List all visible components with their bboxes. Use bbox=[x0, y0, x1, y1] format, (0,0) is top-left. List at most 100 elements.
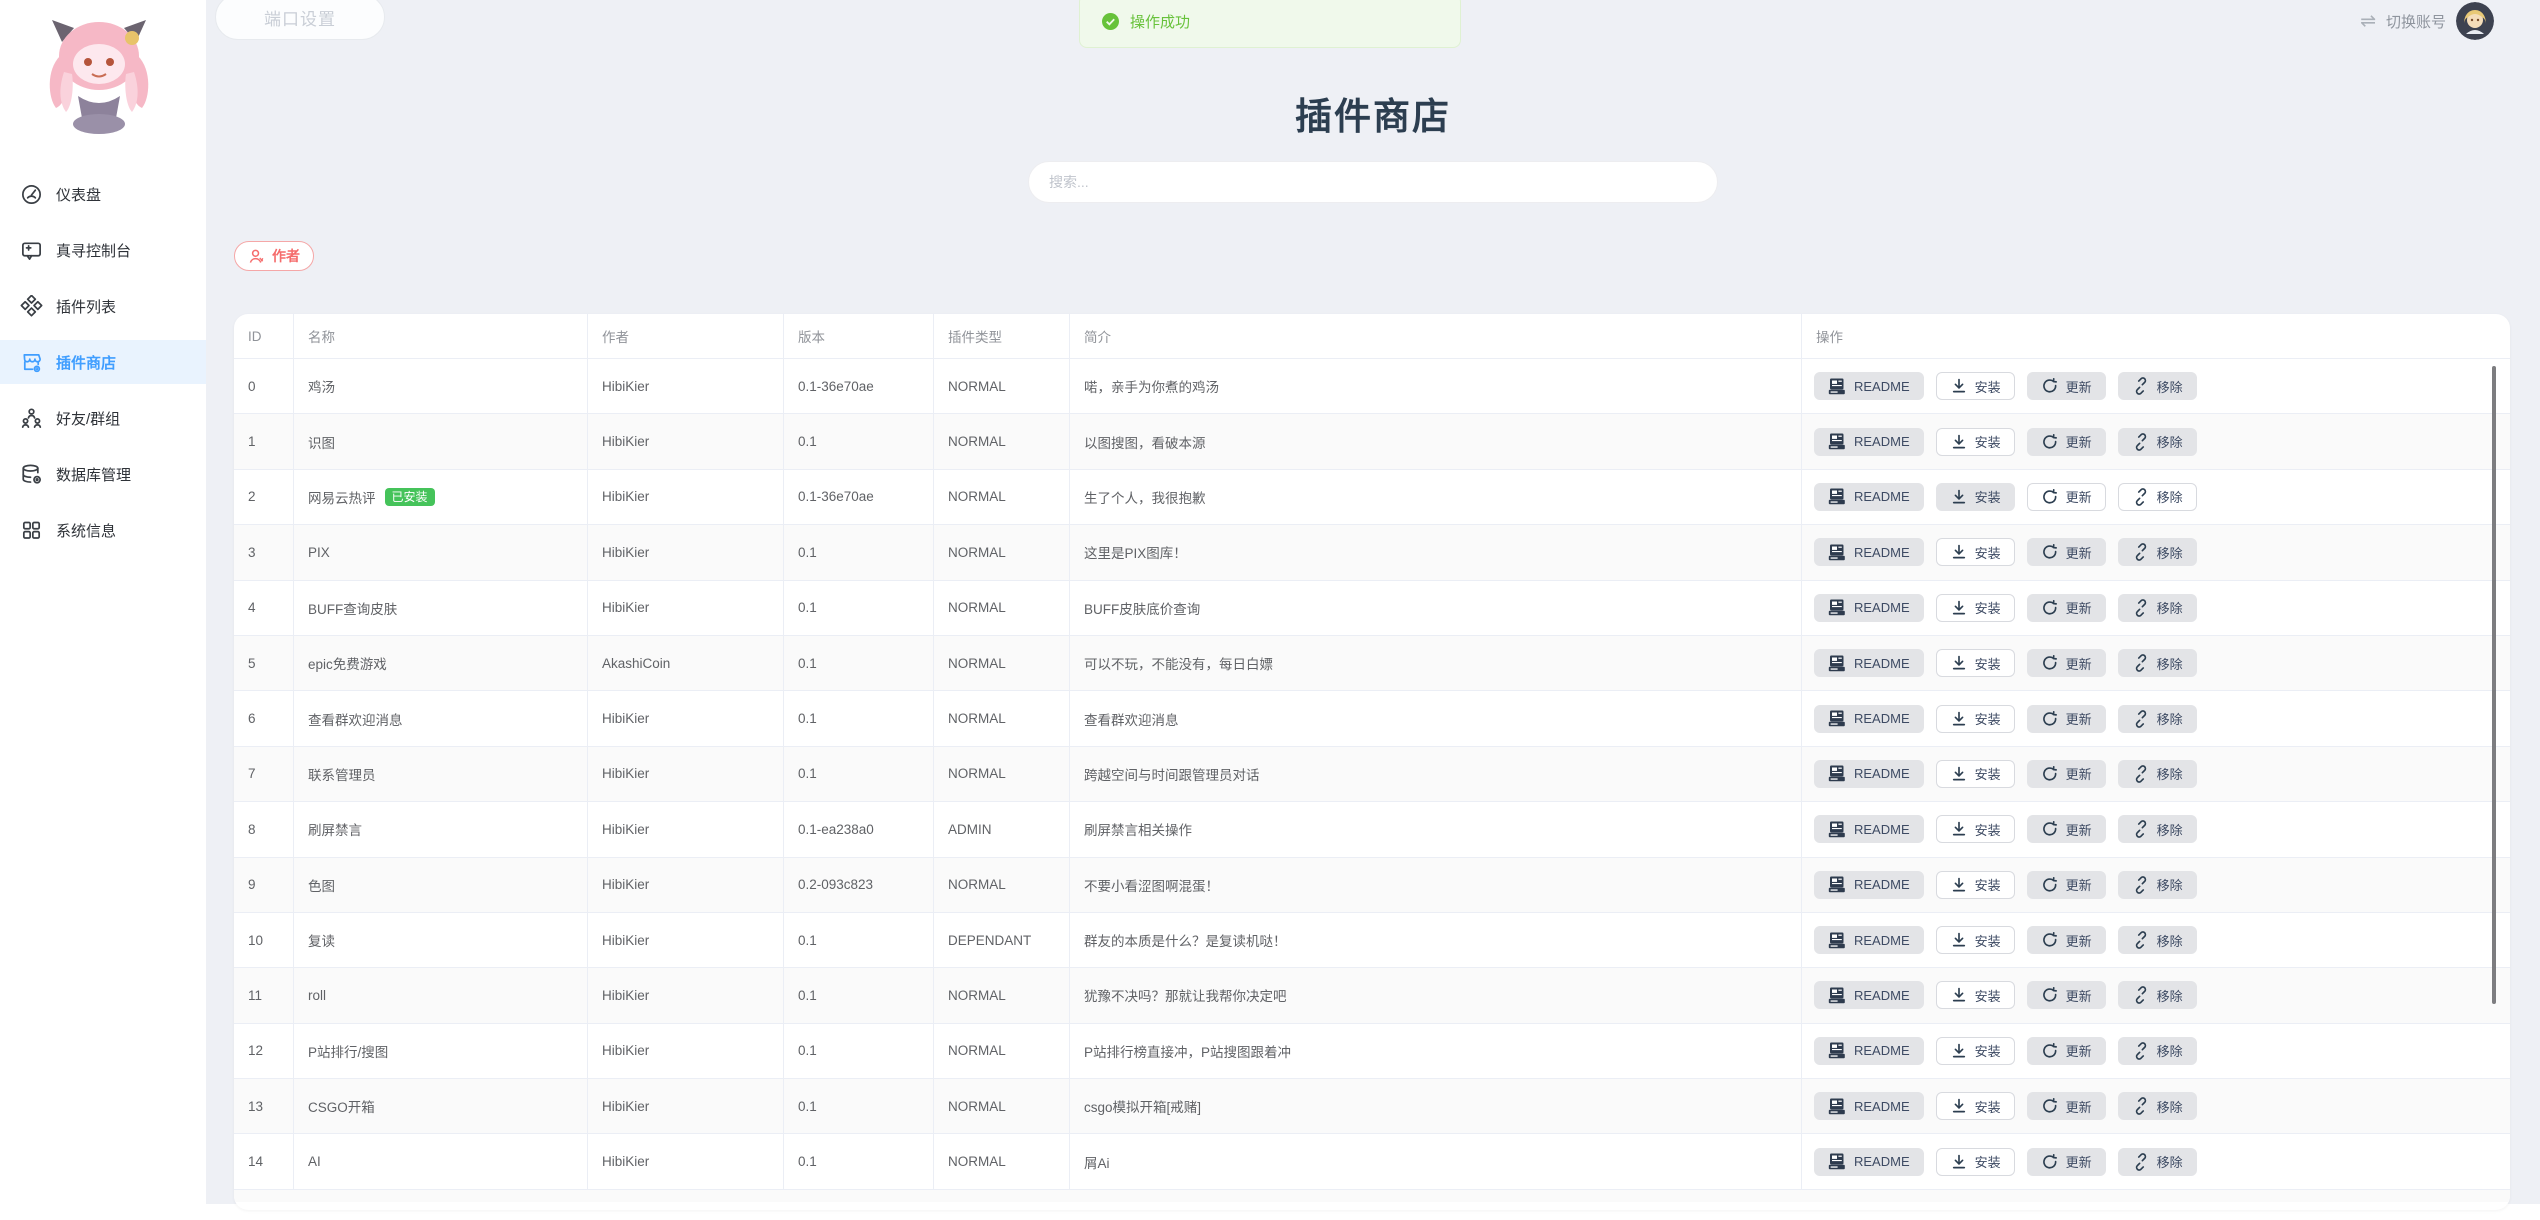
remove-button[interactable]: 移除 bbox=[2118, 594, 2197, 622]
sidebar-item-0[interactable]: 仪表盘 bbox=[0, 172, 206, 216]
sidebar-item-label: 插件商店 bbox=[56, 352, 116, 373]
remove-button[interactable]: 移除 bbox=[2118, 871, 2197, 899]
update-button[interactable]: 更新 bbox=[2027, 538, 2106, 566]
cell-actions: README 安装更新移除 bbox=[1802, 1079, 2510, 1133]
cell-id: 11 bbox=[234, 968, 294, 1022]
update-button[interactable]: 更新 bbox=[2027, 871, 2106, 899]
install-button[interactable]: 安装 bbox=[1936, 981, 2015, 1009]
update-button[interactable]: 更新 bbox=[2027, 649, 2106, 677]
install-button[interactable]: 安装 bbox=[1936, 538, 2015, 566]
table-row: 6查看群欢迎消息HibiKier0.1NORMAL查看群欢迎消息README安装… bbox=[234, 691, 2510, 746]
install-button[interactable]: 安装 bbox=[1936, 815, 2015, 843]
switch-account[interactable]: ⇌ 切换账号 bbox=[2360, 2, 2494, 40]
remove-button[interactable]: 移除 bbox=[2118, 705, 2197, 733]
cell-version: 0.1 bbox=[784, 581, 934, 635]
remove-button[interactable]: 移除 bbox=[2118, 538, 2197, 566]
readme-icon bbox=[1828, 765, 1847, 782]
table-scrollbar-thumb[interactable] bbox=[2492, 366, 2496, 1004]
cell-name: 复读 bbox=[294, 913, 588, 967]
refresh-icon bbox=[2041, 433, 2059, 451]
cell-desc: 刷屏禁言相关操作 bbox=[1070, 802, 1802, 856]
update-button[interactable]: 更新 bbox=[2027, 372, 2106, 400]
cell-id: 7 bbox=[234, 747, 294, 801]
update-button[interactable]: 更新 bbox=[2027, 483, 2106, 511]
install-button[interactable]: 安装 bbox=[1936, 649, 2015, 677]
remove-button[interactable]: 移除 bbox=[2118, 815, 2197, 843]
readme-button[interactable]: README bbox=[1814, 538, 1924, 566]
cell-type: NORMAL bbox=[934, 414, 1070, 468]
port-settings-button[interactable]: 端口设置 bbox=[215, 0, 385, 40]
update-button[interactable]: 更新 bbox=[2027, 428, 2106, 456]
readme-button[interactable]: README bbox=[1814, 1037, 1924, 1065]
update-button[interactable]: 更新 bbox=[2027, 705, 2106, 733]
sidebar-item-1[interactable]: 真寻控制台 bbox=[0, 228, 206, 272]
readme-button[interactable]: README bbox=[1814, 981, 1924, 1009]
remove-button[interactable]: 移除 bbox=[2118, 1037, 2197, 1065]
update-button[interactable]: 更新 bbox=[2027, 594, 2106, 622]
readme-button[interactable]: README bbox=[1814, 428, 1924, 456]
remove-button[interactable]: 移除 bbox=[2118, 926, 2197, 954]
remove-button[interactable]: 移除 bbox=[2118, 649, 2197, 677]
remove-button[interactable]: 移除 bbox=[2118, 1148, 2197, 1176]
remove-button[interactable]: 移除 bbox=[2118, 428, 2197, 456]
readme-button[interactable]: README bbox=[1814, 594, 1924, 622]
cell-name: P站排行/搜图 bbox=[294, 1024, 588, 1078]
readme-button[interactable]: README bbox=[1814, 649, 1924, 677]
cell-type: NORMAL bbox=[934, 1134, 1070, 1188]
table-row: 8刷屏禁言HibiKier0.1-ea238a0ADMIN刷屏禁言相关操作REA… bbox=[234, 802, 2510, 857]
install-button[interactable]: 安装 bbox=[1936, 372, 2015, 400]
cell-desc: BUFF皮肤底价查询 bbox=[1070, 581, 1802, 635]
sidebar-item-5[interactable]: 数据库管理 bbox=[0, 452, 206, 496]
remove-button[interactable]: 移除 bbox=[2118, 1092, 2197, 1120]
readme-button[interactable]: README bbox=[1814, 760, 1924, 788]
cell-name: epic免费游戏 bbox=[294, 636, 588, 690]
remove-button[interactable]: 移除 bbox=[2118, 760, 2197, 788]
search-input[interactable] bbox=[1028, 161, 1718, 203]
install-button[interactable]: 安装 bbox=[1936, 428, 2015, 456]
install-button[interactable]: 安装 bbox=[1936, 483, 2015, 511]
author-filter-button[interactable]: 作者 bbox=[234, 241, 314, 271]
sidebar-item-2[interactable]: 插件列表 bbox=[0, 284, 206, 328]
readme-button[interactable]: README bbox=[1814, 483, 1924, 511]
cell-actions: README 安装更新移除 bbox=[1802, 968, 2510, 1022]
readme-button[interactable]: README bbox=[1814, 705, 1924, 733]
readme-button[interactable]: README bbox=[1814, 815, 1924, 843]
readme-button[interactable]: README bbox=[1814, 372, 1924, 400]
update-button[interactable]: 更新 bbox=[2027, 1148, 2106, 1176]
cell-type: ADMIN bbox=[934, 802, 1070, 856]
install-button[interactable]: 安装 bbox=[1936, 1148, 2015, 1176]
cell-type: NORMAL bbox=[934, 581, 1070, 635]
install-button[interactable]: 安装 bbox=[1936, 594, 2015, 622]
update-button[interactable]: 更新 bbox=[2027, 926, 2106, 954]
install-button[interactable]: 安装 bbox=[1936, 1037, 2015, 1065]
column-header: 名称 bbox=[294, 314, 588, 358]
sidebar-item-6[interactable]: 系统信息 bbox=[0, 508, 206, 552]
readme-button[interactable]: README bbox=[1814, 926, 1924, 954]
update-button[interactable]: 更新 bbox=[2027, 815, 2106, 843]
avatar[interactable] bbox=[2456, 2, 2494, 40]
install-button[interactable]: 安装 bbox=[1936, 1092, 2015, 1120]
install-button[interactable]: 安装 bbox=[1936, 705, 2015, 733]
readme-button[interactable]: README bbox=[1814, 1092, 1924, 1120]
install-button[interactable]: 安装 bbox=[1936, 926, 2015, 954]
update-button[interactable]: 更新 bbox=[2027, 1037, 2106, 1065]
install-button[interactable]: 安装 bbox=[1936, 760, 2015, 788]
install-button[interactable]: 安装 bbox=[1936, 871, 2015, 899]
download-icon bbox=[1950, 931, 1968, 949]
update-button[interactable]: 更新 bbox=[2027, 1092, 2106, 1120]
cell-id: 3 bbox=[234, 525, 294, 579]
sidebar-item-3[interactable]: 插件商店 bbox=[0, 340, 206, 384]
readme-button[interactable]: README bbox=[1814, 1148, 1924, 1176]
update-button[interactable]: 更新 bbox=[2027, 981, 2106, 1009]
sidebar-item-4[interactable]: 好友/群组 bbox=[0, 396, 206, 440]
readme-button[interactable]: README bbox=[1814, 871, 1924, 899]
remove-button[interactable]: 移除 bbox=[2118, 483, 2197, 511]
remove-button[interactable]: 移除 bbox=[2118, 372, 2197, 400]
app-window: 仪表盘真寻控制台插件列表插件商店好友/群组数据库管理系统信息 端口设置 操作成功… bbox=[0, 0, 2540, 1204]
download-icon bbox=[1950, 377, 1968, 395]
update-button[interactable]: 更新 bbox=[2027, 760, 2106, 788]
table-row: 3PIXHibiKier0.1NORMAL这里是PIX图库！README安装更新… bbox=[234, 525, 2510, 580]
remove-button[interactable]: 移除 bbox=[2118, 981, 2197, 1009]
toast-message: 操作成功 bbox=[1130, 11, 1190, 32]
unlink-icon bbox=[2132, 433, 2150, 451]
